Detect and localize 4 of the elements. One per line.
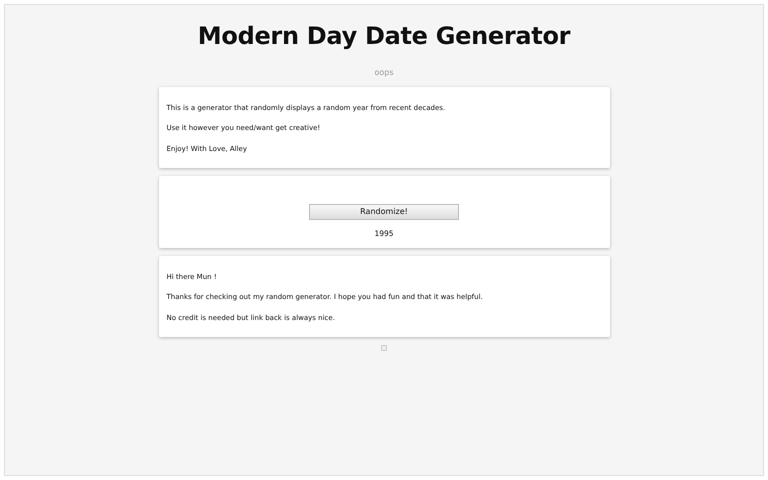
subtitle: oops <box>374 66 394 79</box>
page-title: Modern Day Date Generator <box>198 21 570 51</box>
randomize-button[interactable]: Randomize! <box>309 204 459 220</box>
image-icon <box>381 345 387 352</box>
